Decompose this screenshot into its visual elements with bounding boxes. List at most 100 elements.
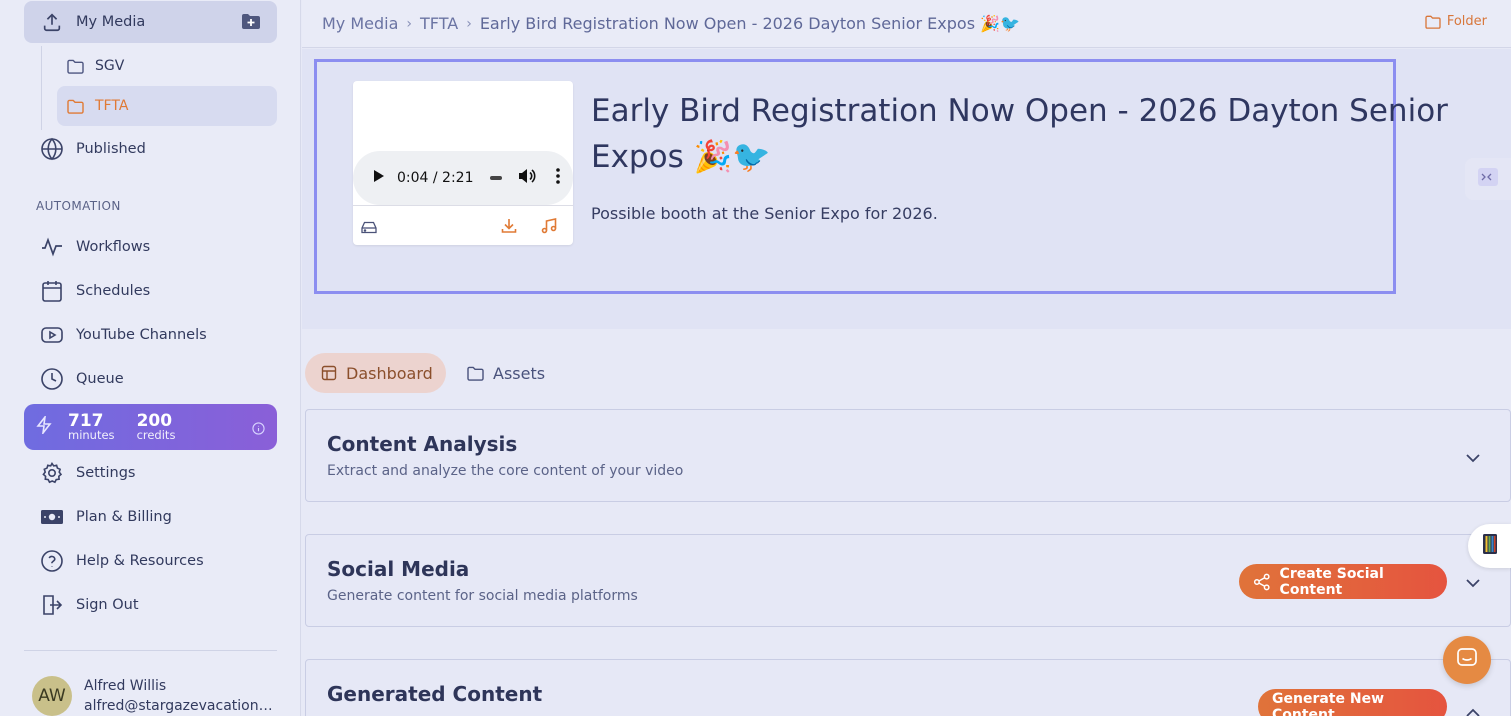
avatar: AW xyxy=(32,676,72,716)
generate-new-content-button[interactable]: Generate New Content xyxy=(1258,689,1447,716)
tree-line xyxy=(41,46,42,130)
sidebar-item-label: Queue xyxy=(76,371,124,387)
sidebar-item-label: My Media xyxy=(76,14,146,30)
extension-widget[interactable] xyxy=(1468,524,1511,568)
sidebar-item-schedules[interactable]: Schedules xyxy=(24,271,277,311)
media-card: 0:04 / 2:21 xyxy=(353,81,573,245)
folder-button-label: Folder xyxy=(1446,14,1487,29)
gear-icon xyxy=(38,459,66,487)
generated-content-panel[interactable]: Generated Content Generate New Content xyxy=(305,659,1511,716)
download-icon[interactable] xyxy=(501,218,517,238)
create-social-content-button[interactable]: Create Social Content xyxy=(1239,564,1447,599)
top-bar: My Media › TFTA › Early Bird Registratio… xyxy=(302,0,1511,48)
tab-label: Dashboard xyxy=(346,363,433,383)
folder-label: SGV xyxy=(95,58,125,74)
terminal-icon xyxy=(1478,168,1498,190)
help-icon xyxy=(38,547,66,575)
folder-icon xyxy=(1425,15,1441,29)
user-name: Alfred Willis xyxy=(84,678,167,694)
content-analysis-panel[interactable]: Content Analysis Extract and analyze the… xyxy=(305,409,1511,502)
breadcrumb-my-media[interactable]: My Media xyxy=(322,14,398,33)
chevron-up-icon[interactable] xyxy=(1466,702,1480,716)
button-label: Create Social Content xyxy=(1279,565,1384,598)
user-email: alfred@stargazevacations.c... xyxy=(84,698,274,714)
breadcrumb-current: Early Bird Registration Now Open - 2026 … xyxy=(479,14,1020,33)
sidebar-item-published[interactable]: Published xyxy=(24,129,277,169)
sidebar-item-label: Workflows xyxy=(76,239,151,255)
sidebar-item-label: Sign Out xyxy=(76,597,139,613)
sidebar-item-label: Schedules xyxy=(76,283,151,299)
chevron-right-icon: › xyxy=(406,15,413,32)
player-time: 0:04 / 2:21 xyxy=(397,170,474,186)
chevron-right-icon: › xyxy=(466,15,472,32)
chat-button[interactable] xyxy=(1443,636,1491,684)
play-icon[interactable] xyxy=(373,169,385,187)
panel-title: Generated Content xyxy=(327,682,543,706)
panel-title: Social Media xyxy=(327,557,470,581)
sidebar-item-label: YouTube Channels xyxy=(76,327,207,343)
tab-assets[interactable]: Assets xyxy=(451,353,551,393)
music-icon[interactable] xyxy=(541,218,557,238)
sidebar-item-label: Settings xyxy=(76,465,136,481)
notebook-icon xyxy=(1482,533,1498,559)
storage-icon xyxy=(361,219,377,238)
sidebar-item-settings[interactable]: Settings xyxy=(24,453,277,493)
folder-icon xyxy=(65,56,85,76)
youtube-icon xyxy=(38,321,66,349)
panel-title: Content Analysis xyxy=(327,432,518,456)
sidebar-folder-sgv[interactable]: SGV xyxy=(57,46,277,86)
sign-out-icon xyxy=(38,591,66,619)
sidebar-item-plan-billing[interactable]: Plan & Billing xyxy=(24,497,277,537)
media-card-footer xyxy=(353,205,573,245)
credits-widget[interactable]: 717 minutes 200 credits xyxy=(24,404,277,450)
sidebar-divider xyxy=(24,650,277,651)
banknote-icon xyxy=(38,503,66,531)
tab-dashboard[interactable]: Dashboard xyxy=(305,353,446,393)
share-icon xyxy=(1253,573,1270,590)
folder-icon xyxy=(467,366,484,381)
sidebar-item-youtube-channels[interactable]: YouTube Channels xyxy=(24,315,277,355)
sidebar-item-queue[interactable]: Queue xyxy=(24,359,277,399)
sidebar-item-sign-out[interactable]: Sign Out xyxy=(24,585,277,625)
panel-subtitle: Extract and analyze the core content of … xyxy=(327,463,684,479)
folder-icon xyxy=(65,96,85,116)
collapse-panel-tab[interactable] xyxy=(1465,158,1511,200)
minutes-unit: minutes xyxy=(68,428,115,442)
sidebar-item-workflows[interactable]: Workflows xyxy=(24,227,277,267)
sidebar-item-help-resources[interactable]: Help & Resources xyxy=(24,541,277,581)
panel-subtitle: Generate content for social media platfo… xyxy=(327,588,638,604)
chevron-down-icon[interactable] xyxy=(1466,573,1480,592)
upload-icon xyxy=(38,8,66,36)
media-title: Early Bird Registration Now Open - 2026 … xyxy=(591,93,1448,175)
breadcrumb-tfta[interactable]: TFTA xyxy=(420,14,458,33)
sidebar-item-label: Help & Resources xyxy=(76,553,204,569)
sidebar-item-label: Published xyxy=(76,141,146,157)
social-media-panel[interactable]: Social Media Generate content for social… xyxy=(305,534,1511,627)
sidebar-folder-tfta[interactable]: TFTA xyxy=(57,86,277,126)
globe-icon xyxy=(38,135,66,163)
user-profile[interactable]: AW Alfred Willis alfred@stargazevacation… xyxy=(32,676,274,716)
info-icon[interactable] xyxy=(252,420,265,439)
media-description: Possible booth at the Senior Expo for 20… xyxy=(591,204,938,223)
folder-button[interactable]: Folder xyxy=(1425,14,1487,29)
bolt-icon xyxy=(36,414,52,438)
breadcrumb: My Media › TFTA › Early Bird Registratio… xyxy=(322,14,1020,33)
progress-slider[interactable] xyxy=(489,176,502,180)
button-label: Generate New Content xyxy=(1272,690,1385,716)
audio-player[interactable]: 0:04 / 2:21 xyxy=(353,151,573,205)
volume-icon[interactable] xyxy=(518,168,536,188)
calendar-icon xyxy=(38,277,66,305)
minutes-counter: 717 minutes xyxy=(68,413,115,442)
credits-value: 200 xyxy=(136,411,173,431)
dashboard-icon xyxy=(321,365,337,381)
sidebar-item-my-media[interactable]: My Media xyxy=(24,1,277,43)
sidebar-item-label: Plan & Billing xyxy=(76,509,172,525)
sidebar: My Media SGV TFTA Published AUTOMATION W… xyxy=(0,0,301,716)
chevron-down-icon[interactable] xyxy=(1466,448,1480,467)
activity-icon xyxy=(38,233,66,261)
folder-label: TFTA xyxy=(95,98,129,114)
clock-icon xyxy=(38,365,66,393)
automation-section-label: AUTOMATION xyxy=(36,199,121,213)
new-folder-icon[interactable] xyxy=(241,13,261,31)
more-options-icon[interactable] xyxy=(555,168,560,188)
